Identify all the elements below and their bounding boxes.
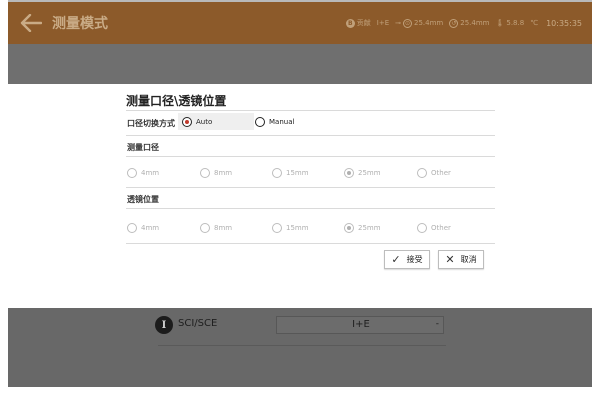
- connection-status: ⊸ ⊙ 25.4mm: [395, 18, 444, 28]
- lens-text: 25.4mm: [460, 19, 490, 27]
- radio-circle-icon: [344, 168, 354, 178]
- status-bar: B 贡献 I+E ⊸ ⊙ 25.4mm ↺ 25.4mm 🌡 5.8.8 ℃ 1…: [345, 18, 592, 28]
- switch-mode-label: 口径切换方式: [127, 119, 175, 128]
- lens-option-other: Other: [417, 222, 451, 234]
- option-label: 25mm: [358, 224, 381, 232]
- info-icon: I: [155, 316, 173, 334]
- divider: [126, 243, 495, 244]
- option-label: 15mm: [286, 169, 309, 177]
- radio-circle-icon: [272, 168, 282, 178]
- divider: [126, 156, 495, 157]
- aperture-option-8mm: 8mm: [200, 167, 232, 179]
- lens-icon: ↺: [449, 18, 459, 28]
- aperture-dialog: 测量口径\透镜位置 口径切换方式 Auto Manual 测量口径 4mm 8m…: [8, 84, 592, 308]
- aperture-option-other: Other: [417, 167, 451, 179]
- dialog-title: 测量口径\透镜位置: [126, 94, 227, 108]
- lens-option-4mm: 4mm: [127, 222, 159, 234]
- option-label: 8mm: [214, 169, 233, 177]
- accept-button[interactable]: ✓ 接受: [384, 250, 430, 269]
- background-setting-label: SCI/SCE: [178, 318, 218, 329]
- option-label: 8mm: [214, 224, 233, 232]
- option-label: 4mm: [141, 169, 160, 177]
- radio-auto-label: Auto: [196, 118, 213, 126]
- cancel-label: 取消: [460, 255, 477, 264]
- clock: 10:35:35: [546, 18, 582, 28]
- radio-circle-icon: [272, 223, 282, 233]
- option-label: 25mm: [358, 169, 381, 177]
- thermometer-icon: 🌡: [495, 19, 505, 27]
- radio-circle-icon: [344, 223, 354, 233]
- lens-option-25mm: 25mm: [344, 222, 381, 234]
- overlay-top: [8, 44, 592, 84]
- back-button[interactable]: [12, 3, 50, 43]
- option-label: Other: [431, 224, 451, 232]
- divider: [126, 110, 495, 111]
- divider: [126, 187, 495, 188]
- aperture-option-25mm: 25mm: [344, 167, 381, 179]
- accept-label: 接受: [406, 255, 423, 264]
- background-select: I+E -: [276, 316, 444, 334]
- temp-text: 5.8.8: [506, 19, 525, 27]
- cancel-button[interactable]: ✕ 取消: [438, 250, 484, 269]
- radio-manual-label: Manual: [269, 118, 295, 126]
- radio-manual[interactable]: Manual: [255, 116, 294, 128]
- divider: [158, 345, 446, 346]
- divider: [126, 135, 495, 136]
- temp-unit: ℃: [530, 19, 539, 27]
- mode-badge-icon: B: [345, 18, 355, 28]
- option-label: 4mm: [141, 224, 160, 232]
- port-text: 25.4mm: [414, 19, 444, 27]
- app-title: 测量模式: [52, 16, 108, 32]
- lens-position-label: 透镜位置: [127, 195, 159, 204]
- lens-option-15mm: 15mm: [272, 222, 309, 234]
- radio-circle-icon: [200, 168, 210, 178]
- lens-option-8mm: 8mm: [200, 222, 232, 234]
- option-label: Other: [431, 169, 451, 177]
- plug-icon: ⊸: [395, 19, 402, 27]
- radio-circle-icon: [127, 223, 137, 233]
- mode-text: 贡献: [356, 19, 371, 27]
- screen: 测量模式 B 贡献 I+E ⊸ ⊙ 25.4mm ↺ 25.4mm 🌡 5.8.…: [0, 0, 600, 395]
- caret-icon: -: [435, 319, 439, 329]
- divider: [126, 208, 495, 209]
- app-bar: 测量模式 B 贡献 I+E ⊸ ⊙ 25.4mm ↺ 25.4mm 🌡 5.8.…: [8, 0, 592, 44]
- radio-circle-icon: [417, 223, 427, 233]
- radio-circle-icon: [127, 168, 137, 178]
- radio-circle-icon: [417, 168, 427, 178]
- illuminant-status: I+E: [376, 19, 390, 27]
- close-icon: ✕: [445, 253, 455, 266]
- aperture-option-4mm: 4mm: [127, 167, 159, 179]
- temperature-status: 🌡 5.8.8: [495, 19, 524, 27]
- background-select-value: I+E: [352, 319, 370, 330]
- radio-circle-icon: [182, 117, 192, 127]
- lens-status: ↺ 25.4mm: [449, 18, 490, 28]
- arrow-left-icon: [20, 14, 42, 32]
- aperture-icon: ⊙: [403, 18, 413, 28]
- aperture-option-15mm: 15mm: [272, 167, 309, 179]
- option-label: 15mm: [286, 224, 309, 232]
- radio-auto[interactable]: Auto: [182, 116, 212, 128]
- radio-circle-icon: [200, 223, 210, 233]
- radio-circle-icon: [255, 117, 265, 127]
- aperture-label: 测量口径: [127, 143, 159, 152]
- check-icon: ✓: [391, 253, 401, 266]
- mode-status: B 贡献: [345, 18, 371, 28]
